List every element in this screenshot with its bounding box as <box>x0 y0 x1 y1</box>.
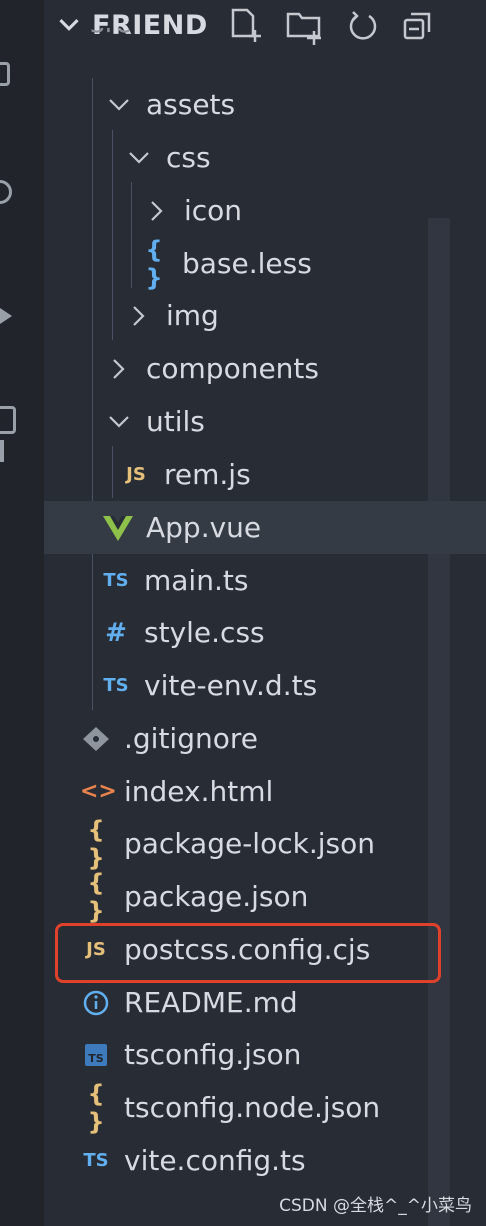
tree-file-label: package-lock.json <box>124 827 375 860</box>
json-file-icon: { } <box>87 815 105 872</box>
tree-file-label: style.css <box>144 616 265 649</box>
tree-folder-img[interactable]: img <box>44 289 486 342</box>
tree-folder-label: src <box>90 28 131 39</box>
tree-file-label: .gitignore <box>124 722 258 755</box>
tree-file-package-json[interactable]: { } package.json <box>44 868 486 925</box>
tree-folder-label: img <box>166 299 219 332</box>
tree-file-tsconfig-node[interactable]: { } tsconfig.node.json <box>44 1079 486 1136</box>
tree-file-main-ts[interactable]: TS main.ts <box>44 554 486 607</box>
tree-folder-label: css <box>166 141 211 174</box>
tree-file-readme[interactable]: README.md <box>44 976 486 1029</box>
tree-folder-utils[interactable]: utils <box>44 395 486 448</box>
vue-file-icon <box>103 515 133 541</box>
watermark: CSDN @全栈^_^小菜鸟 <box>279 1196 472 1216</box>
extensions-icon-part <box>0 440 4 462</box>
tree-file-vite-config[interactable]: TS vite.config.ts <box>44 1134 486 1187</box>
run-debug-icon[interactable] <box>0 304 12 328</box>
tree-folder-assets[interactable]: assets <box>44 78 486 131</box>
tree-folder-label: icon <box>184 194 243 227</box>
tree-file-label: main.ts <box>144 564 249 597</box>
json-file-icon: { } <box>87 1079 105 1136</box>
chevron-down-icon <box>129 151 149 164</box>
tree-file-vite-env[interactable]: TS vite-env.d.ts <box>44 659 486 712</box>
explorer-icon[interactable] <box>0 62 10 86</box>
tree-file-package-lock[interactable]: { } package-lock.json <box>44 815 486 872</box>
typescript-file-icon: TS <box>103 675 129 696</box>
tree-folder-src[interactable]: src <box>44 28 486 64</box>
tree-file-label: vite-env.d.ts <box>144 669 318 702</box>
tree-file-gitignore[interactable]: .gitignore <box>44 712 486 765</box>
css-file-icon: # <box>105 617 127 648</box>
tree-folder-css[interactable]: css <box>44 131 486 184</box>
tree-file-label: rem.js <box>164 458 251 491</box>
git-file-icon <box>83 726 109 751</box>
tree-file-rem-js[interactable]: JS rem.js <box>44 448 486 501</box>
highlight-box <box>55 923 441 983</box>
tree-file-label: App.vue <box>146 511 262 544</box>
extensions-icon[interactable] <box>0 406 16 434</box>
chevron-right-icon <box>133 305 145 326</box>
search-icon[interactable] <box>0 180 12 204</box>
html-file-icon: <> <box>80 779 117 804</box>
json-file-icon: { } <box>87 868 105 925</box>
tree-file-base-less[interactable]: { } base.less <box>44 235 486 292</box>
tree-file-label: tsconfig.json <box>124 1038 302 1071</box>
braces-icon: { } <box>145 235 163 292</box>
tree-file-label: tsconfig.node.json <box>124 1091 381 1124</box>
chevron-right-icon <box>151 200 163 221</box>
tree-file-style-css[interactable]: # style.css <box>44 606 486 659</box>
tree-folder-label: utils <box>146 405 205 438</box>
activity-bar <box>0 0 44 1226</box>
info-icon <box>83 990 109 1015</box>
javascript-file-icon: JS <box>126 464 146 485</box>
tree-folder-icon[interactable]: icon <box>44 184 486 237</box>
chevron-down-icon <box>109 98 129 111</box>
tree-file-app-vue[interactable]: App.vue <box>44 501 486 554</box>
tree-folder-label: components <box>146 352 319 385</box>
typescript-file-icon: TS <box>103 570 129 591</box>
tree-file-label: README.md <box>124 986 298 1019</box>
tree-folder-components[interactable]: components <box>44 342 486 395</box>
chevron-down-icon <box>109 415 129 428</box>
typescript-file-icon: TS <box>83 1150 109 1171</box>
tree-file-label: base.less <box>182 247 312 280</box>
tsconfig-icon-text: TS <box>88 1052 104 1065</box>
tree-folder-label: assets <box>146 88 236 121</box>
chevron-right-icon <box>113 358 125 379</box>
tree-file-label: index.html <box>124 775 274 808</box>
tsconfig-file-icon: TS <box>85 1043 107 1066</box>
tree-file-label: vite.config.ts <box>124 1144 306 1177</box>
tree-file-label: package.json <box>124 880 309 913</box>
tree-file-tsconfig[interactable]: TS tsconfig.json <box>44 1028 486 1081</box>
tree-file-index-html[interactable]: <> index.html <box>44 765 486 818</box>
